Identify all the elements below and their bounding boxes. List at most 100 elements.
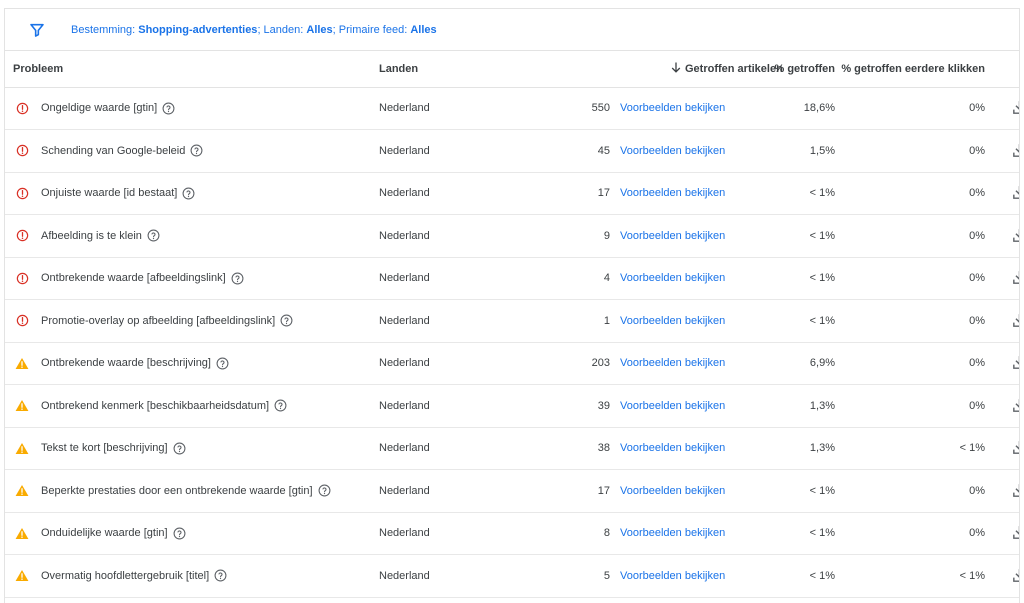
issues-panel: Bestemming: Shopping-advertenties; Lande…	[4, 8, 1020, 603]
pct-clicks-cell: 0%	[969, 229, 985, 242]
download-icon	[1012, 483, 1019, 497]
table-row: Overmatig hoofdlettergebruik [titel] Ned…	[5, 555, 1019, 597]
warning-triangle-icon	[15, 356, 29, 370]
problem-label: Ontbrekend kenmerk [beschikbaarheidsdatu…	[41, 399, 270, 412]
view-examples-link[interactable]: Voorbeelden bekijken	[620, 272, 725, 284]
warning-triangle-icon	[15, 399, 29, 413]
table-row: Onduidelijke waarde [gtin] Nederland 8 V…	[5, 512, 1019, 555]
download-button[interactable]	[1009, 395, 1019, 415]
help-circle-icon[interactable]	[318, 484, 331, 497]
download-button[interactable]	[1009, 310, 1019, 330]
download-icon	[1012, 143, 1019, 157]
view-examples-link[interactable]: Voorbeelden bekijken	[620, 315, 725, 327]
view-examples-link[interactable]: Voorbeelden bekijken	[620, 400, 725, 412]
error-circle-icon	[15, 229, 29, 243]
pct-affected-cell: 1,5%	[809, 144, 835, 157]
view-examples-link[interactable]: Voorbeelden bekijken	[620, 187, 725, 199]
filter-countries-label: ; Landen:	[257, 23, 307, 36]
pct-clicks-cell: < 1%	[959, 442, 985, 455]
help-circle-icon[interactable]	[216, 357, 229, 370]
download-button[interactable]	[1009, 183, 1019, 203]
error-circle-icon	[15, 101, 29, 115]
pct-affected-cell: < 1%	[809, 484, 835, 497]
download-button[interactable]	[1009, 225, 1019, 245]
country-cell: Nederland	[379, 102, 430, 115]
pct-affected-cell: < 1%	[809, 527, 835, 540]
filter-icon[interactable]	[27, 20, 47, 40]
download-button[interactable]	[1009, 140, 1019, 160]
problem-label: Ontbrekende waarde [afbeeldingslink]	[41, 272, 226, 285]
help-circle-icon[interactable]	[214, 569, 227, 582]
pct-affected-cell: < 1%	[809, 314, 835, 327]
filter-bar[interactable]: Bestemming: Shopping-advertenties; Lande…	[5, 9, 1019, 51]
download-icon	[1012, 313, 1019, 327]
view-examples-link[interactable]: Voorbeelden bekijken	[620, 102, 725, 114]
pct-clicks-cell: 0%	[969, 272, 985, 285]
problem-label: Tekst te kort [beschrijving]	[41, 442, 168, 455]
filter-summary[interactable]: Bestemming: Shopping-advertenties; Lande…	[71, 24, 437, 36]
table-row: Promotie-overlay op afbeelding [afbeeldi…	[5, 300, 1019, 342]
header-affected-items[interactable]: Getroffen artikelen	[509, 51, 783, 87]
view-examples-link[interactable]: Voorbeelden bekijken	[620, 485, 725, 497]
pct-affected-cell: < 1%	[809, 187, 835, 200]
pct-clicks-cell: 0%	[969, 187, 985, 200]
download-icon	[1012, 398, 1019, 412]
download-icon	[1012, 101, 1019, 114]
pct-affected-cell: 1,3%	[809, 399, 835, 412]
help-circle-icon[interactable]	[147, 229, 160, 242]
problem-label: Ontbrekende waarde [beschrijving]	[41, 357, 211, 370]
download-button[interactable]	[1009, 98, 1019, 118]
pct-clicks-cell: 0%	[969, 144, 985, 157]
help-circle-icon[interactable]	[231, 272, 244, 285]
country-cell: Nederland	[379, 357, 430, 370]
problem-label: Ongeldige waarde [gtin]	[41, 102, 158, 115]
help-circle-icon[interactable]	[190, 144, 203, 157]
warning-triangle-icon	[15, 441, 29, 455]
pct-clicks-cell: 0%	[969, 399, 985, 412]
issues-table: Probleem Landen Getroffen artikelen % ge…	[5, 51, 1019, 598]
download-button[interactable]	[1009, 353, 1019, 373]
pct-affected-cell: 6,9%	[809, 357, 835, 370]
help-circle-icon[interactable]	[182, 187, 195, 200]
help-circle-icon[interactable]	[274, 399, 287, 412]
affected-count: 5	[603, 569, 610, 582]
country-cell: Nederland	[379, 144, 430, 157]
download-icon	[1012, 568, 1019, 582]
header-pct-clicks: % getroffen eerdere klikken	[841, 62, 985, 75]
table-row: Tekst te kort [beschrijving] Nederland 3…	[5, 427, 1019, 470]
filter-countries-value: Alles	[306, 23, 333, 36]
affected-count: 9	[603, 229, 610, 242]
table-row: Beperkte prestaties door een ontbrekende…	[5, 470, 1019, 512]
download-button[interactable]	[1009, 565, 1019, 585]
help-circle-icon[interactable]	[280, 314, 293, 327]
warning-triangle-icon	[15, 484, 29, 498]
table-row: Ontbrekend kenmerk [beschikbaarheidsdatu…	[5, 385, 1019, 427]
problem-label: Schending van Google-beleid	[41, 144, 186, 157]
problem-label: Overmatig hoofdlettergebruik [titel]	[41, 569, 210, 582]
error-circle-icon	[15, 186, 29, 200]
view-examples-link[interactable]: Voorbeelden bekijken	[620, 357, 725, 369]
download-button[interactable]	[1009, 438, 1019, 458]
warning-triangle-icon	[15, 526, 29, 540]
country-cell: Nederland	[379, 399, 430, 412]
view-examples-link[interactable]: Voorbeelden bekijken	[620, 230, 725, 242]
download-button[interactable]	[1009, 480, 1019, 500]
view-examples-link[interactable]: Voorbeelden bekijken	[620, 570, 725, 582]
warning-triangle-icon	[15, 569, 29, 583]
view-examples-link[interactable]: Voorbeelden bekijken	[620, 527, 725, 539]
error-circle-icon	[15, 314, 29, 328]
download-icon	[1012, 441, 1019, 454]
pct-affected-cell: < 1%	[809, 272, 835, 285]
table-row: Onjuiste waarde [id bestaat] Nederland 1…	[5, 172, 1019, 215]
download-icon	[1012, 228, 1019, 242]
help-circle-icon[interactable]	[173, 442, 186, 455]
help-circle-icon[interactable]	[162, 102, 175, 115]
download-button[interactable]	[1009, 268, 1019, 288]
download-button[interactable]	[1009, 523, 1019, 543]
help-circle-icon[interactable]	[173, 527, 186, 540]
country-cell: Nederland	[379, 442, 430, 455]
view-examples-link[interactable]: Voorbeelden bekijken	[620, 145, 725, 157]
pct-clicks-cell: 0%	[969, 527, 985, 540]
view-examples-link[interactable]: Voorbeelden bekijken	[620, 442, 725, 454]
pct-clicks-cell: < 1%	[959, 569, 985, 582]
